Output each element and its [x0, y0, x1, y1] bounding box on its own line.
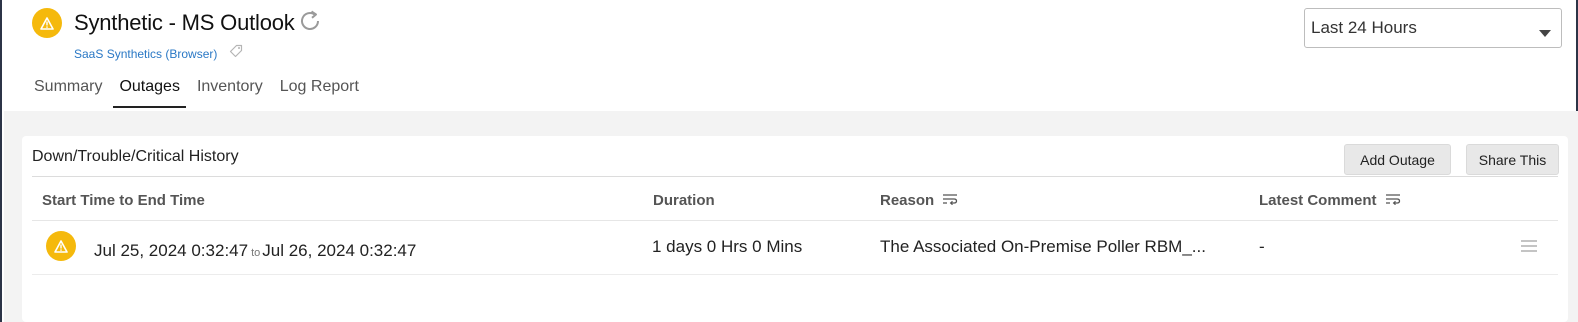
caret-down-icon [1539, 25, 1551, 43]
time-range-select[interactable]: Last 24 Hours [1304, 8, 1562, 48]
column-header-reason-label: Reason [880, 192, 935, 209]
status-warning-icon [32, 8, 62, 38]
tab-inventory[interactable]: Inventory [197, 78, 263, 108]
refresh-icon[interactable] [297, 8, 323, 39]
monitor-title-area: Synthetic - MS Outlook [74, 6, 323, 39]
column-header-comment-label: Latest Comment [1259, 192, 1377, 209]
outage-history-card: Down/Trouble/Critical History Add Outage… [22, 136, 1568, 322]
wrap-text-icon[interactable] [942, 192, 958, 209]
divider [32, 274, 1558, 275]
column-header-time: Start Time to End Time [42, 192, 205, 209]
wrap-text-icon[interactable] [1385, 192, 1401, 209]
outage-reason[interactable]: The Associated On-Premise Poller RBM_... [880, 237, 1206, 257]
tab-outages[interactable]: Outages [113, 78, 187, 108]
outage-time-range: Jul 25, 2024 0:32:47 to Jul 26, 2024 0:3… [94, 241, 416, 261]
column-header-reason[interactable]: Reason [880, 192, 958, 209]
table-row[interactable]: Jul 25, 2024 0:32:47 to Jul 26, 2024 0:3… [22, 221, 1568, 275]
outage-duration: 1 days 0 Hrs 0 Mins [652, 237, 803, 256]
card-title: Down/Trouble/Critical History [32, 148, 239, 165]
outage-end-time: Jul 26, 2024 0:32:47 [262, 241, 417, 260]
to-separator: to [251, 247, 261, 259]
tab-log-report[interactable]: Log Report [280, 78, 359, 108]
time-range-value: Last 24 Hours [1311, 18, 1417, 37]
share-this-button[interactable]: Share This [1466, 144, 1559, 175]
divider [32, 176, 1558, 177]
page-frame: Synthetic - MS Outlook SaaS Synthetics (… [0, 0, 1578, 322]
tag-icon[interactable] [229, 44, 243, 63]
monitor-type-link[interactable]: SaaS Synthetics (Browser) [74, 47, 217, 61]
page-title: Synthetic - MS Outlook [74, 9, 295, 35]
outage-start-time: Jul 25, 2024 0:32:47 [94, 241, 249, 260]
outage-comment: - [1259, 237, 1265, 256]
hamburger-menu-icon[interactable] [1520, 239, 1538, 258]
monitor-type-area: SaaS Synthetics (Browser) [74, 44, 243, 63]
column-header-comment[interactable]: Latest Comment [1259, 192, 1401, 209]
column-header-duration-label: Duration [653, 192, 715, 209]
warning-icon [46, 231, 76, 261]
tab-bar: Summary Outages Inventory Log Report [34, 78, 376, 108]
column-header-time-label: Start Time to End Time [42, 192, 205, 209]
add-outage-button[interactable]: Add Outage [1344, 144, 1451, 175]
column-header-duration: Duration [653, 192, 715, 209]
tab-summary[interactable]: Summary [34, 78, 102, 108]
